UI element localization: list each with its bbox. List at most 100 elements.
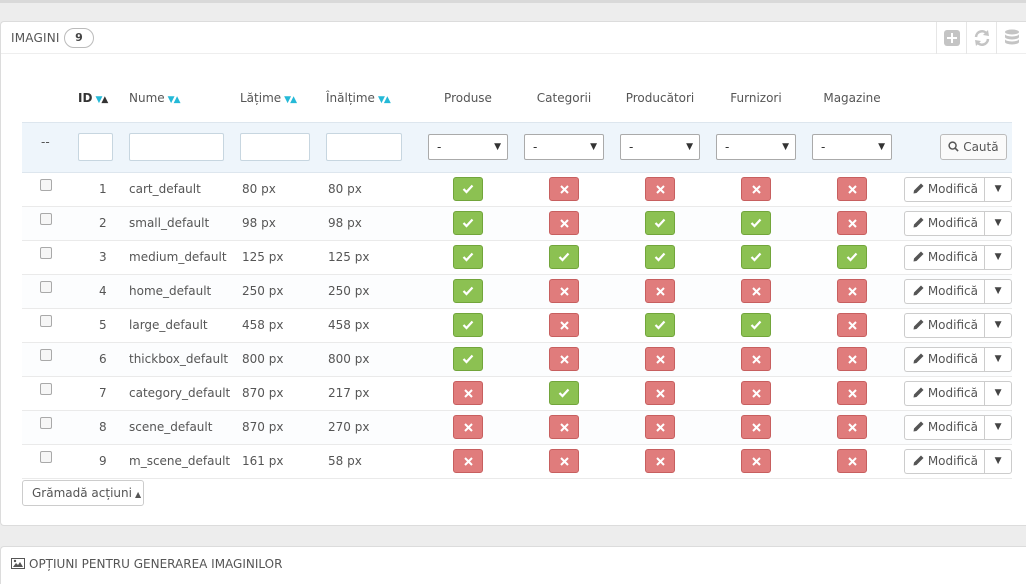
bulk-actions-button[interactable]: Grămadă acțiuni ▲ [22,480,144,506]
toggle-stores[interactable] [837,211,867,235]
toggle-products[interactable] [453,449,483,473]
row-checkbox[interactable] [40,315,52,327]
edit-button[interactable]: Modifică [904,414,985,440]
toggle-products[interactable] [453,347,483,371]
filter-height-input[interactable] [326,133,402,161]
filter-categories-select[interactable]: - ▼ [524,134,604,160]
edit-button[interactable]: Modifică [904,312,985,338]
filter-name-input[interactable] [129,133,224,161]
toggle-stores[interactable] [837,415,867,439]
row-checkbox[interactable] [40,451,52,463]
toggle-categories[interactable] [549,415,579,439]
row-actions-dropdown[interactable]: ▼ [984,278,1012,304]
toggle-stores[interactable] [837,347,867,371]
add-new-button[interactable] [936,22,966,54]
row-actions-dropdown[interactable]: ▼ [984,448,1012,474]
row-actions-dropdown[interactable]: ▼ [984,312,1012,338]
toggle-suppliers[interactable] [741,313,771,337]
toggle-manufacturers[interactable] [645,313,675,337]
search-button[interactable]: Caută [940,134,1007,160]
toggle-stores[interactable] [837,449,867,473]
row-actions-dropdown[interactable]: ▼ [984,176,1012,202]
toggle-categories[interactable] [549,279,579,303]
toggle-suppliers[interactable] [741,211,771,235]
sql-query-button[interactable] [996,22,1026,54]
toggle-stores[interactable] [837,381,867,405]
toggle-products[interactable] [453,415,483,439]
toggle-stores[interactable] [837,177,867,201]
row-checkbox[interactable] [40,247,52,259]
filter-products-select[interactable]: - ▼ [428,134,508,160]
sort-arrows-icon[interactable]: ▼▲ [95,95,108,105]
toggle-categories[interactable] [549,449,579,473]
toggle-manufacturers[interactable] [645,279,675,303]
toggle-products[interactable] [453,211,483,235]
toggle-suppliers[interactable] [741,449,771,473]
col-manufacturers: Producători [625,90,695,105]
toggle-suppliers[interactable] [741,279,771,303]
toggle-categories[interactable] [549,245,579,269]
row-checkbox[interactable] [40,383,52,395]
edit-button[interactable]: Modifică [904,278,985,304]
toggle-manufacturers[interactable] [645,381,675,405]
toggle-manufacturers[interactable] [645,211,675,235]
row-checkbox[interactable] [40,179,52,191]
toggle-stores[interactable] [837,279,867,303]
row-checkbox[interactable] [40,349,52,361]
check-icon [462,184,474,194]
toggle-categories[interactable] [549,381,579,405]
row-actions-dropdown[interactable]: ▼ [984,346,1012,372]
row-checkbox[interactable] [40,417,52,429]
row-actions-dropdown[interactable]: ▼ [984,244,1012,270]
toggle-manufacturers[interactable] [645,177,675,201]
toggle-suppliers[interactable] [741,415,771,439]
toggle-suppliers[interactable] [741,177,771,201]
toggle-products[interactable] [453,245,483,269]
edit-button[interactable]: Modifică [904,244,985,270]
edit-button[interactable]: Modifică [904,210,985,236]
edit-button[interactable]: Modifică [904,380,985,406]
toggle-suppliers[interactable] [741,381,771,405]
toggle-categories[interactable] [549,347,579,371]
toggle-products[interactable] [453,381,483,405]
check-icon [846,252,858,262]
sort-arrows-icon[interactable]: ▼▲ [378,95,391,105]
toggle-stores[interactable] [837,245,867,269]
toggle-categories[interactable] [549,177,579,201]
refresh-button[interactable] [966,22,996,54]
row-actions-dropdown[interactable]: ▼ [984,414,1012,440]
edit-button[interactable]: Modifică [904,176,985,202]
row-checkbox[interactable] [40,281,52,293]
toggle-categories[interactable] [549,211,579,235]
edit-button[interactable]: Modifică [904,346,985,372]
check-icon [558,388,570,398]
toggle-manufacturers[interactable] [645,245,675,269]
toggle-products[interactable] [453,177,483,201]
sort-arrows-icon[interactable]: ▼▲ [284,95,297,105]
check-icon [654,320,666,330]
toggle-products[interactable] [453,279,483,303]
col-id[interactable]: ID ▼▲ [78,74,129,122]
toggle-manufacturers[interactable] [645,449,675,473]
row-actions-dropdown[interactable]: ▼ [984,210,1012,236]
filter-id-input[interactable] [78,133,113,161]
toggle-categories[interactable] [549,313,579,337]
edit-button[interactable]: Modifică [904,448,985,474]
sort-arrows-icon[interactable]: ▼▲ [168,95,181,105]
filter-manufacturers-select[interactable]: - ▼ [620,134,700,160]
toggle-suppliers[interactable] [741,245,771,269]
toggle-manufacturers[interactable] [645,415,675,439]
row-actions-dropdown[interactable]: ▼ [984,380,1012,406]
toggle-products[interactable] [453,313,483,337]
col-height[interactable]: Înălțime ▼▲ [326,74,420,122]
row-checkbox[interactable] [40,213,52,225]
col-width[interactable]: Lățime ▼▲ [240,74,326,122]
filter-stores-select[interactable]: - ▼ [812,134,892,160]
toggle-suppliers[interactable] [741,347,771,371]
filter-suppliers-select[interactable]: - ▼ [716,134,796,160]
col-name[interactable]: Nume ▼▲ [129,74,240,122]
toggle-stores[interactable] [837,313,867,337]
filter-width-input[interactable] [240,133,310,161]
toggle-manufacturers[interactable] [645,347,675,371]
cross-icon [463,456,473,466]
